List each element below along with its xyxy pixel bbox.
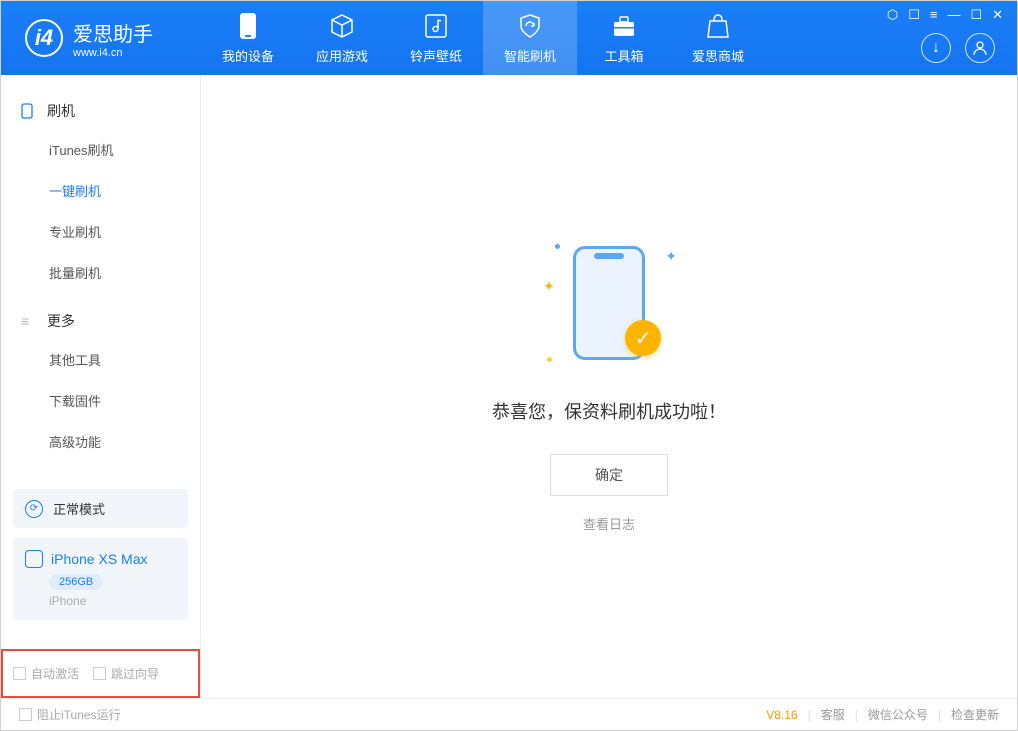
sidebar-item-other-tools[interactable]: 其他工具 xyxy=(1,339,200,380)
feedback-icon[interactable]: ☐ xyxy=(908,7,920,23)
logo-icon: i4 xyxy=(25,19,63,57)
close-button[interactable]: ✕ xyxy=(992,7,1003,23)
tab-toolbox[interactable]: 工具箱 xyxy=(577,1,671,75)
device-name: iPhone XS Max xyxy=(51,551,148,567)
sidebar-group-flash[interactable]: 刷机 xyxy=(1,93,200,129)
sidebar-item-advanced[interactable]: 高级功能 xyxy=(1,421,200,462)
list-icon: ≡ xyxy=(21,313,37,329)
device-capacity: 256GB xyxy=(49,574,103,590)
status-link-support[interactable]: 客服 xyxy=(821,706,845,723)
download-icon[interactable]: ↓ xyxy=(921,33,951,63)
app-url: www.i4.cn xyxy=(73,47,153,59)
status-link-update[interactable]: 检查更新 xyxy=(951,706,999,723)
success-illustration: ✦ ✦ ✓ xyxy=(539,240,679,370)
tab-my-device[interactable]: 我的设备 xyxy=(201,1,295,75)
sidebar-item-batch-flash[interactable]: 批量刷机 xyxy=(1,252,200,293)
device-small-icon xyxy=(25,550,43,568)
app-name: 爱思助手 xyxy=(73,18,153,47)
user-icon[interactable] xyxy=(965,33,995,63)
sidebar-group-more[interactable]: ≡ 更多 xyxy=(1,303,200,339)
checkbox-icon xyxy=(13,667,26,680)
sidebar-item-download-firmware[interactable]: 下载固件 xyxy=(1,380,200,421)
header-actions: ↓ xyxy=(921,33,995,63)
checkbox-auto-activate[interactable]: 自动激活 xyxy=(13,665,79,682)
tab-store[interactable]: 爱思商城 xyxy=(671,1,765,75)
success-message: 恭喜您，保资料刷机成功啦！ xyxy=(492,398,726,424)
bag-icon xyxy=(704,12,732,40)
cube-icon xyxy=(328,12,356,40)
version-label: V8.16 xyxy=(766,708,797,722)
ok-button[interactable]: 确定 xyxy=(550,454,668,496)
sync-icon: ⟳ xyxy=(25,500,43,518)
nav-tabs: 我的设备 应用游戏 铃声壁纸 智能刷机 工具箱 爱思商城 xyxy=(201,1,765,75)
device-type: iPhone xyxy=(49,594,176,608)
tab-ringtones[interactable]: 铃声壁纸 xyxy=(389,1,483,75)
device-mode[interactable]: ⟳ 正常模式 xyxy=(13,489,188,528)
tab-flash[interactable]: 智能刷机 xyxy=(483,1,577,75)
checkbox-block-itunes[interactable]: 阻止iTunes运行 xyxy=(19,706,121,723)
window-controls: ⬡ ☐ ≡ — ☐ ✕ xyxy=(873,1,1017,29)
checkbox-skip-wizard[interactable]: 跳过向导 xyxy=(93,665,159,682)
titlebar: i4 爱思助手 www.i4.cn 我的设备 应用游戏 铃声壁纸 智能刷机 工具… xyxy=(1,1,1017,75)
statusbar: 阻止iTunes运行 V8.16 | 客服 | 微信公众号 | 检查更新 xyxy=(1,698,1017,730)
sidebar-item-itunes-flash[interactable]: iTunes刷机 xyxy=(1,129,200,170)
main-content: ✦ ✦ ✓ 恭喜您，保资料刷机成功啦！ 确定 查看日志 xyxy=(201,75,1017,698)
highlighted-options: 自动激活 跳过向导 xyxy=(1,649,200,698)
toolbox-icon xyxy=(610,12,638,40)
checkbox-icon xyxy=(19,708,32,721)
device-icon xyxy=(234,12,262,40)
view-log-link[interactable]: 查看日志 xyxy=(583,514,635,533)
shield-sync-icon xyxy=(516,12,544,40)
sidebar-item-pro-flash[interactable]: 专业刷机 xyxy=(1,211,200,252)
logo[interactable]: i4 爱思助手 www.i4.cn xyxy=(1,18,201,59)
music-icon xyxy=(422,12,450,40)
phone-icon xyxy=(21,103,37,119)
shirt-icon[interactable]: ⬡ xyxy=(887,7,898,23)
device-card[interactable]: iPhone XS Max 256GB iPhone xyxy=(13,538,188,620)
maximize-button[interactable]: ☐ xyxy=(970,7,982,23)
sidebar: 刷机 iTunes刷机 一键刷机 专业刷机 批量刷机 ≡ 更多 其他工具 下载固… xyxy=(1,75,201,698)
minimize-button[interactable]: — xyxy=(947,7,960,23)
status-link-wechat[interactable]: 微信公众号 xyxy=(868,706,928,723)
menu-icon[interactable]: ≡ xyxy=(930,7,938,23)
checkbox-icon xyxy=(93,667,106,680)
sidebar-item-oneclick-flash[interactable]: 一键刷机 xyxy=(1,170,200,211)
check-icon: ✓ xyxy=(625,320,661,356)
tab-apps[interactable]: 应用游戏 xyxy=(295,1,389,75)
